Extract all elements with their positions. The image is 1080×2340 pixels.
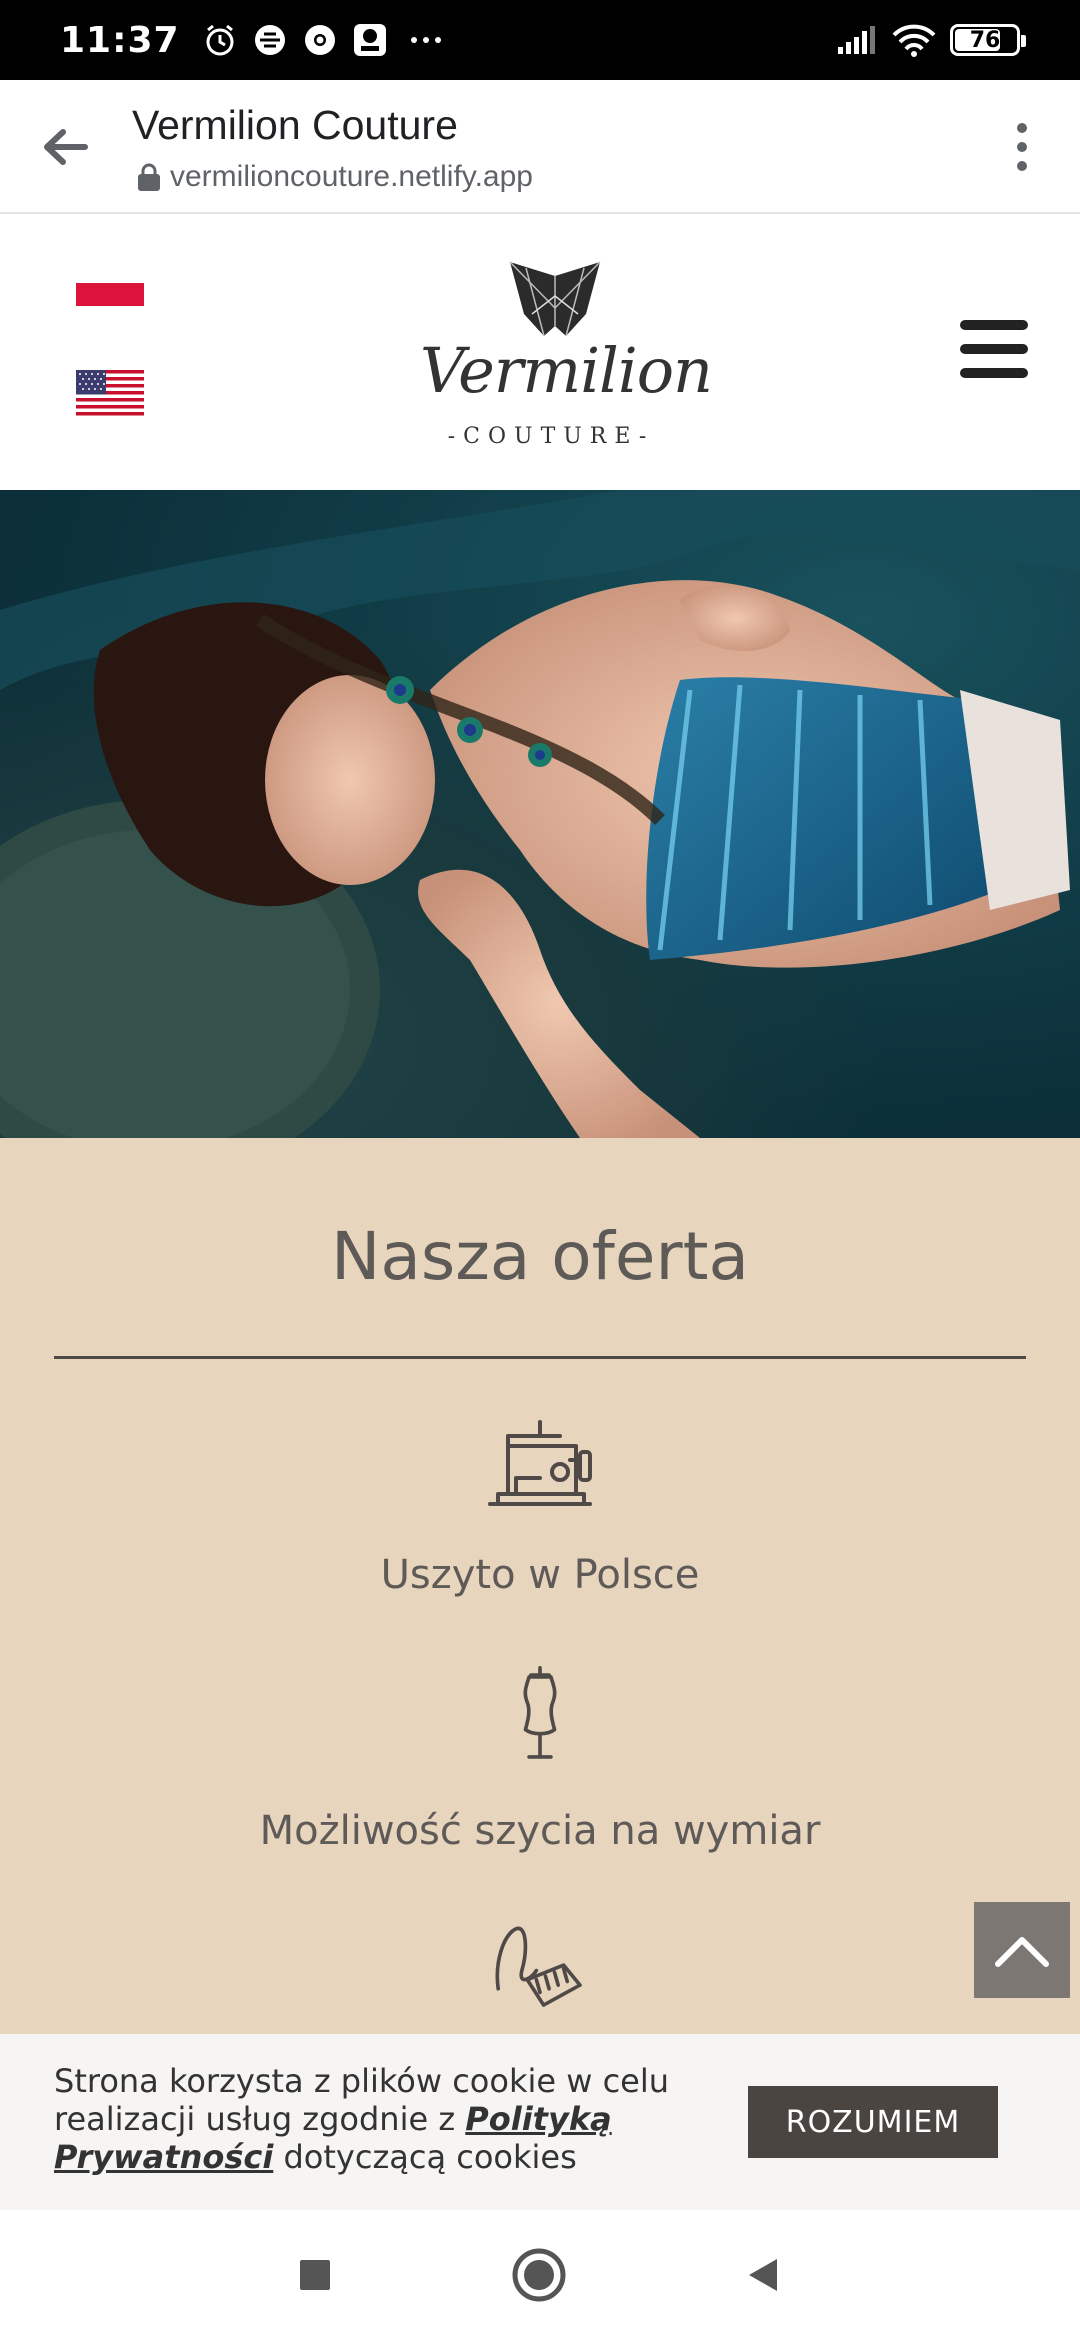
hamburger-line (960, 320, 1028, 330)
divider (54, 1356, 1026, 1359)
hamburger-line (960, 344, 1028, 354)
hamburger-line (960, 368, 1028, 378)
site-header: Vermilion -COUTURE- (0, 214, 1080, 490)
lock-icon (138, 163, 160, 191)
cookie-text-after: dotyczącą cookies (273, 2138, 577, 2176)
browser-toolbar: Vermilion Couture vermilioncouture.netli… (0, 80, 1080, 214)
more-icon (410, 37, 441, 43)
section-title: Nasza oferta (331, 1218, 749, 1295)
signal-icon (838, 26, 875, 54)
status-icons (202, 22, 446, 58)
accept-cookies-button[interactable]: ROZUMIEM (748, 2086, 998, 2158)
circle-icon (512, 2248, 566, 2302)
alarm-icon (206, 24, 234, 56)
measuring-tape-icon (495, 1926, 582, 2007)
logo-text: Vermilion (420, 334, 713, 407)
chevron-up-icon (995, 1937, 1049, 1967)
dot (1017, 123, 1027, 133)
butterfly-logo-icon (509, 261, 601, 337)
app-icon (254, 25, 285, 55)
page-title: Vermilion Couture (132, 102, 458, 148)
flag-poland-icon[interactable] (76, 260, 144, 306)
chrome-icon (304, 25, 335, 55)
site-logo[interactable]: Vermilion -COUTURE- (420, 256, 713, 456)
status-right: 76 (836, 0, 1026, 80)
status-time: 11:37 (60, 19, 180, 61)
battery-level: 76 (969, 27, 1001, 53)
status-bar: 11:37 76 (0, 0, 1080, 80)
scroll-to-top-button[interactable] (974, 1902, 1070, 1998)
flag-usa-icon[interactable] (76, 370, 144, 416)
offer-item-label: Uszyto w Polsce (380, 1552, 700, 1598)
page-url[interactable]: vermilioncouture.netlify.app (170, 160, 533, 194)
lidl-plus-icon (353, 24, 386, 56)
square-icon (300, 2260, 330, 2290)
arrow-left-icon (44, 129, 88, 165)
triangle-back-icon (749, 2259, 777, 2291)
cookie-text: Strona korzysta z plików cookie w celu r… (54, 2062, 754, 2176)
dot (1017, 161, 1027, 171)
dot (1017, 142, 1027, 152)
back-nav-button[interactable] (730, 2242, 796, 2308)
wifi-icon (892, 24, 936, 57)
logo-subtitle: -COUTURE- (447, 424, 655, 449)
cookie-banner: Strona korzysta z plików cookie w celu r… (0, 2034, 1080, 2210)
offer-item-label: Możliwość szycia na wymiar (259, 1808, 821, 1854)
recent-apps-button[interactable] (282, 2242, 348, 2308)
system-nav-bar (0, 2210, 1080, 2340)
battery-icon: 76 (950, 24, 1026, 56)
overflow-menu-button[interactable] (994, 114, 1050, 180)
back-button[interactable] (34, 116, 96, 178)
hero-photo (0, 490, 1080, 1138)
mannequin-icon (523, 1666, 557, 1759)
home-button[interactable] (506, 2242, 572, 2308)
hero-image (0, 490, 1080, 1138)
hamburger-menu-button[interactable] (960, 320, 1028, 378)
sewing-machine-icon (488, 1420, 592, 1506)
